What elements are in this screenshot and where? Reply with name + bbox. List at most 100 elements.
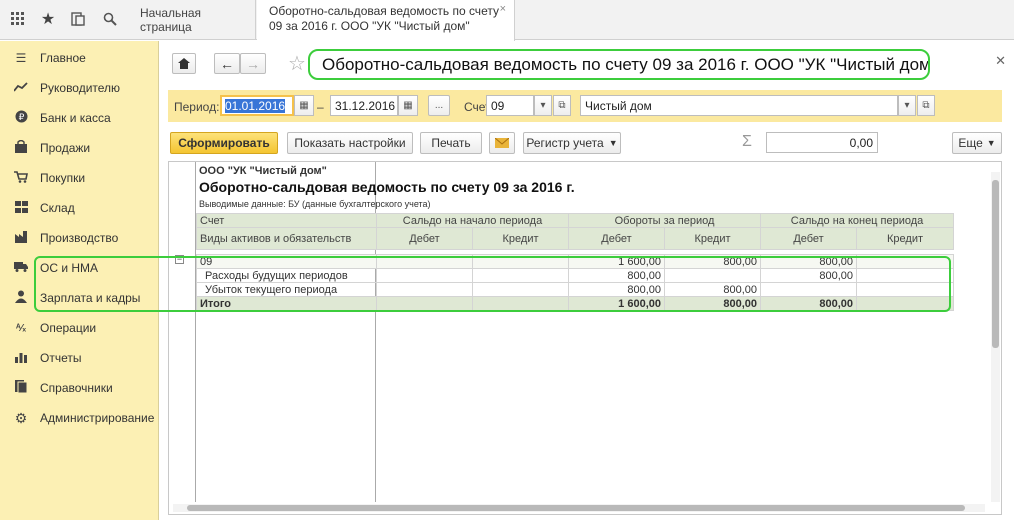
menu-icon: ☰ xyxy=(15,51,27,65)
col-turnover: Обороты за период xyxy=(568,213,762,228)
more-label: Еще xyxy=(958,136,983,150)
chart-icon xyxy=(13,351,29,366)
organization-input[interactable]: Чистый дом xyxy=(580,95,898,116)
tab-report-label-line2: 09 за 2016 г. ООО "УК "Чистый дом" xyxy=(269,19,470,33)
params-panel: Период: 01.01.2016 ▦ – 31.12.2016 ▦ ... … xyxy=(168,90,1002,122)
tab-close-icon[interactable]: × xyxy=(500,2,506,17)
report-data-shown: Выводимые данные: БУ (данные бухгалтерск… xyxy=(199,199,431,209)
bag-icon xyxy=(13,139,29,156)
back-button[interactable]: ← xyxy=(214,53,240,74)
sidebar-item-main[interactable]: ☰ Главное xyxy=(0,43,159,73)
book-icon xyxy=(13,380,29,396)
more-button[interactable]: Еще ▼ xyxy=(952,132,1002,154)
truck-icon xyxy=(13,261,29,275)
arrow-right-icon: → xyxy=(246,55,260,72)
col-end: Сальдо на конец периода xyxy=(760,213,955,228)
star-icon[interactable]: ★ xyxy=(36,8,60,30)
chevron-down-icon: ▼ xyxy=(986,138,996,148)
sidebar-item-label: Операции xyxy=(40,321,97,335)
col-account: Счет xyxy=(196,213,377,228)
sidebar-item-label: Отчеты xyxy=(40,351,82,365)
mail-button[interactable] xyxy=(489,132,515,154)
chevron-down-icon[interactable]: ▾ xyxy=(534,95,552,116)
page-title-text: Оборотно-сальдовая ведомость по счету 09… xyxy=(322,55,930,74)
sidebar-item-bank[interactable]: ₽ Банк и касса xyxy=(0,103,159,133)
report-org: ООО "УК "Чистый дом" xyxy=(199,165,327,177)
gear-icon: ⚙ xyxy=(14,409,28,426)
search-icon[interactable] xyxy=(98,8,122,30)
header-row: Виды активов и обязательств Дебет Кредит… xyxy=(196,227,955,250)
vertical-scrollbar[interactable] xyxy=(991,172,1000,502)
cart-icon xyxy=(13,170,29,186)
sidebar-item-warehouse[interactable]: Склад xyxy=(0,193,159,223)
register-label: Регистр учета xyxy=(526,136,604,150)
scrollbar-thumb[interactable] xyxy=(992,180,999,348)
home-icon xyxy=(178,58,190,69)
arrow-left-icon: ← xyxy=(220,55,234,72)
col-kinds: Виды активов и обязательств xyxy=(196,227,377,250)
sidebar-item-manager[interactable]: Руководителю xyxy=(0,73,159,103)
sidebar-item-production[interactable]: Производство xyxy=(0,223,159,253)
chevron-down-icon[interactable]: ▾ xyxy=(898,95,916,116)
trend-icon xyxy=(13,81,29,95)
col-start: Сальдо на начало периода xyxy=(375,213,570,228)
sidebar-item-label: Справочники xyxy=(40,381,113,395)
ops-icon: ᴬ⁄ₓ xyxy=(15,322,27,334)
register-button[interactable]: Регистр учета ▼ xyxy=(523,132,621,154)
favorite-star-icon[interactable]: ☆ xyxy=(288,51,306,76)
period-label: Период: xyxy=(174,100,220,114)
envelope-icon xyxy=(495,138,509,148)
report-title: Оборотно-сальдовая ведомость по счету 09… xyxy=(199,179,575,195)
history-icon[interactable] xyxy=(66,8,90,30)
sum-field: 0,00 xyxy=(766,132,878,153)
sidebar-item-catalogs[interactable]: Справочники xyxy=(0,373,159,403)
open-icon[interactable]: ⧉ xyxy=(917,95,935,116)
tab-home[interactable]: Начальная страница xyxy=(130,0,256,40)
grid-icon xyxy=(13,200,29,216)
sidebar-item-label: Покупки xyxy=(40,171,86,185)
date-from-input[interactable]: 01.01.2016 xyxy=(220,95,294,116)
report-sheet[interactable]: ООО "УК "Чистый дом" Оборотно-сальдовая … xyxy=(168,161,1002,515)
sidebar-item-label: Руководителю xyxy=(40,81,121,95)
print-button[interactable]: Печать xyxy=(420,132,482,154)
col-debit: Дебет xyxy=(568,227,666,250)
ruble-icon: ₽ xyxy=(13,110,29,126)
apps-icon[interactable] xyxy=(6,8,30,30)
tab-report-label-line1: Оборотно-сальдовая ведомость по счету xyxy=(269,4,499,18)
generate-button[interactable]: Сформировать xyxy=(170,132,278,154)
sidebar-item-label: Склад xyxy=(40,201,75,215)
account-input[interactable]: 09 xyxy=(486,95,534,116)
person-icon xyxy=(13,290,29,306)
period-dash: – xyxy=(317,100,324,114)
col-credit: Кредит xyxy=(471,227,570,250)
top-bar: ★ Начальная страница Оборотно-сальдовая … xyxy=(0,0,1014,41)
sidebar-item-admin[interactable]: ⚙ Администрирование xyxy=(0,403,159,433)
sidebar-item-sales[interactable]: Продажи xyxy=(0,133,159,163)
sidebar-item-label: Банк и касса xyxy=(40,111,111,125)
show-settings-button[interactable]: Показать настройки xyxy=(287,132,413,154)
close-icon[interactable]: ✕ xyxy=(995,53,1006,69)
report-header: Счет Сальдо на начало периода Обороты за… xyxy=(196,213,955,250)
sidebar-item-operations[interactable]: ᴬ⁄ₓ Операции xyxy=(0,313,159,343)
open-icon[interactable]: ⧉ xyxy=(553,95,571,116)
horizontal-scrollbar[interactable] xyxy=(173,504,985,512)
calendar-icon[interactable]: ▦ xyxy=(294,95,314,116)
tab-home-label: Начальная страница xyxy=(140,6,202,34)
period-select-button[interactable]: ... xyxy=(428,95,450,116)
sidebar-item-label: Администрирование xyxy=(40,411,155,425)
col-debit: Дебет xyxy=(376,227,473,250)
tab-report[interactable]: Оборотно-сальдовая ведомость по счету 09… xyxy=(257,0,515,41)
page-title: Оборотно-сальдовая ведомость по счету 09… xyxy=(308,49,930,80)
sidebar-item-label: Главное xyxy=(40,51,86,65)
home-button[interactable] xyxy=(172,53,196,74)
date-from-value: 01.01.2016 xyxy=(225,99,286,113)
sidebar-item-reports[interactable]: Отчеты xyxy=(0,343,159,373)
scrollbar-thumb[interactable] xyxy=(187,505,965,511)
header-row: Счет Сальдо на начало периода Обороты за… xyxy=(196,213,955,228)
forward-button[interactable]: → xyxy=(240,53,266,74)
sidebar-item-purchases[interactable]: Покупки xyxy=(0,163,159,193)
calendar-icon[interactable]: ▦ xyxy=(398,95,418,116)
date-to-input[interactable]: 31.12.2016 xyxy=(330,95,398,116)
sidebar-item-label: Продажи xyxy=(40,141,91,155)
factory-icon xyxy=(13,230,29,246)
